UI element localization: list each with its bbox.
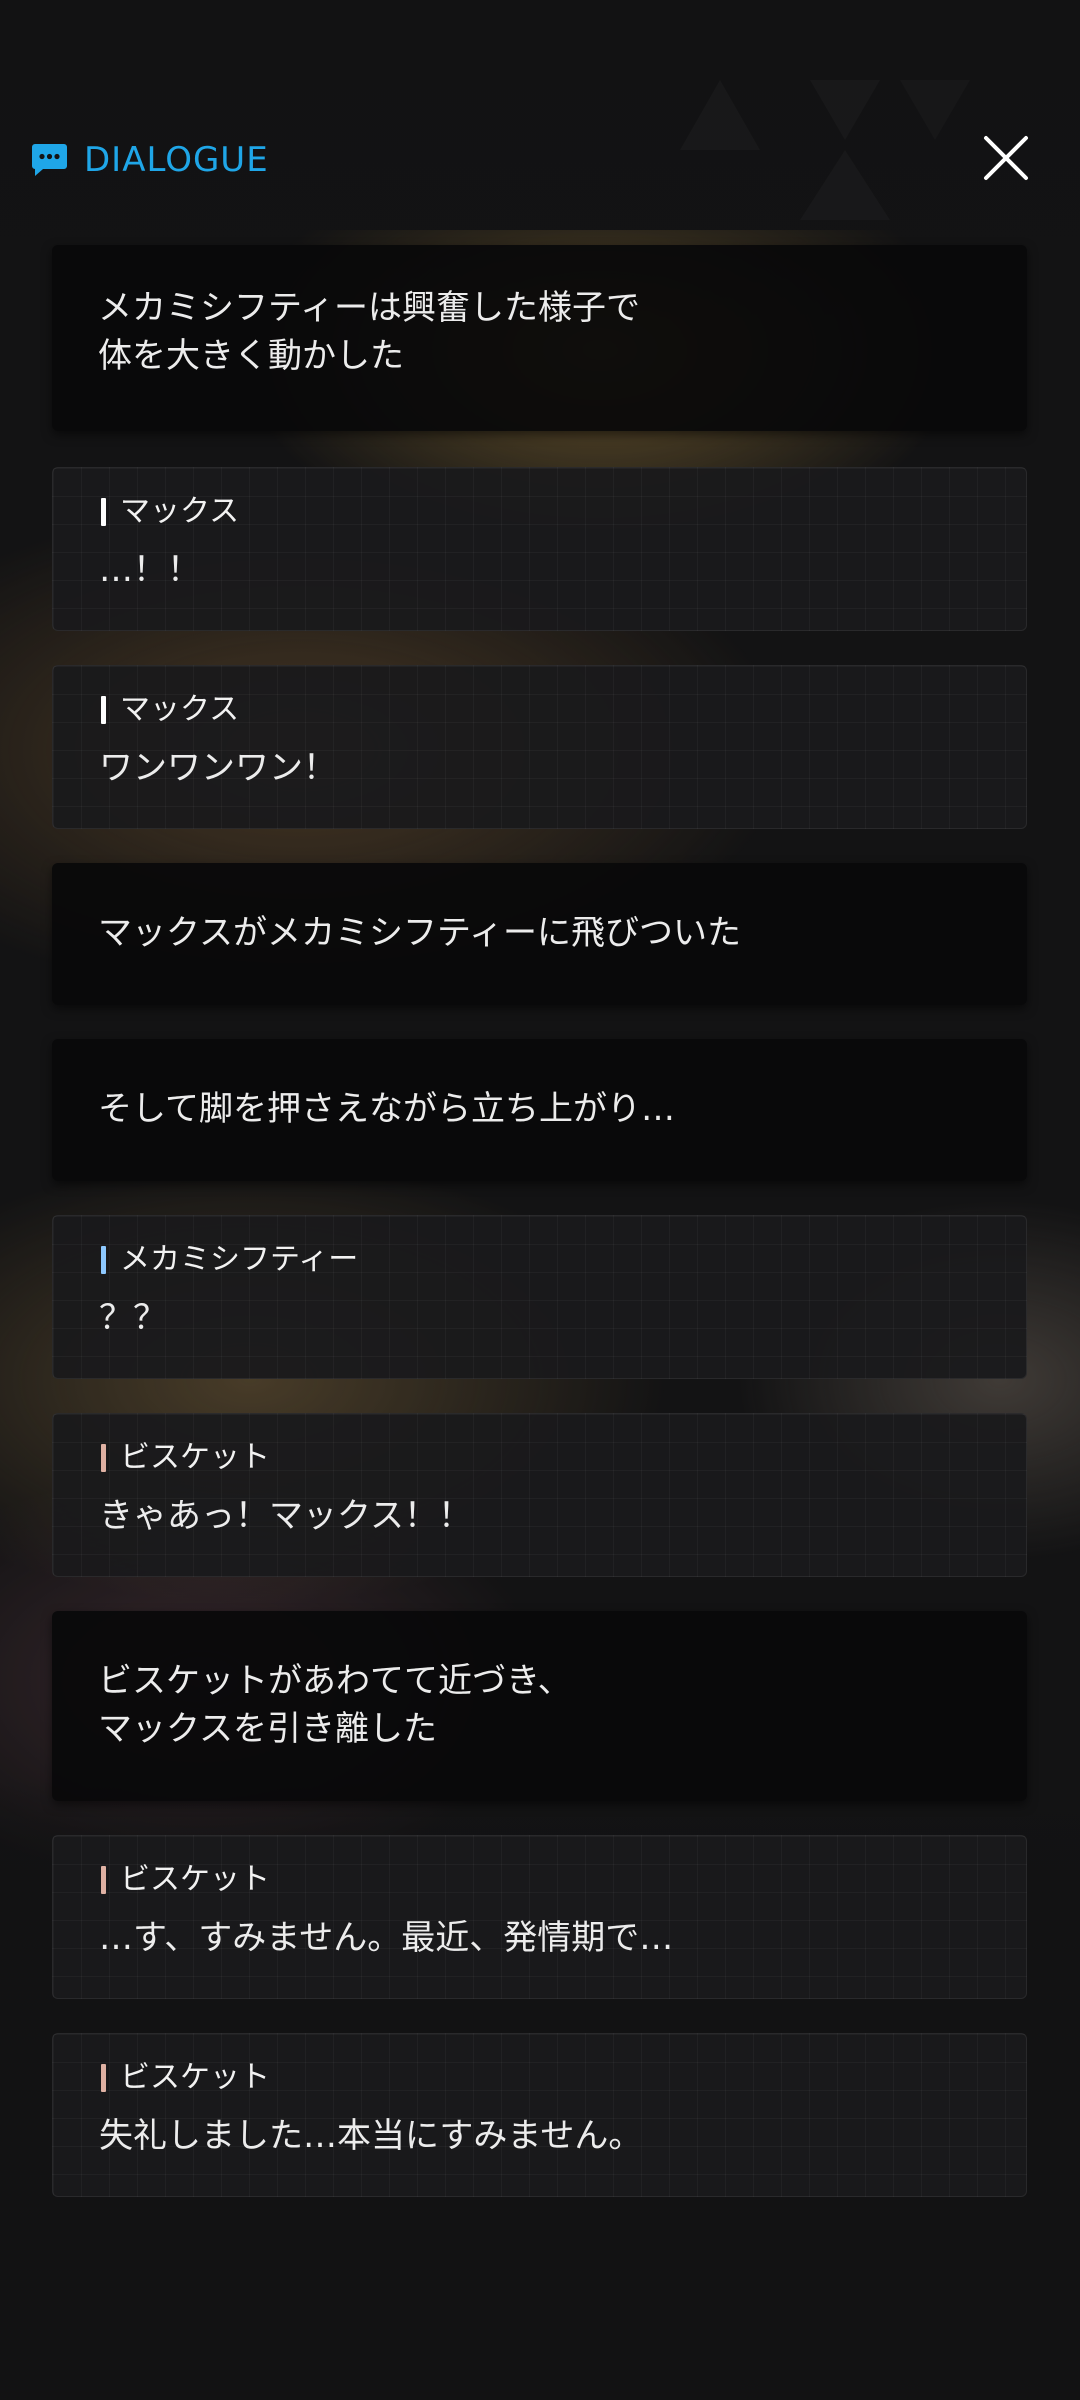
speech-entry: ビスケット …す、すみません。最近、発情期で… [52,1835,1027,1999]
speech-entry: ビスケット きゃあっ！マックス！！ [52,1413,1027,1577]
speech-entry: ビスケット 失礼しました…本当にすみません。 [52,2033,1027,2197]
close-icon[interactable] [978,130,1034,186]
narration-text: ビスケットがあわてて近づき、 マックスを引き離した [98,1661,572,1749]
speech-text: …す、すみません。最近、発情期で… [99,1918,674,1958]
speaker-color-bar [101,1246,106,1274]
speaker-name: マックス [120,692,240,727]
speaker-color-bar [101,498,106,526]
dialogue-log-screen: DIALOGUE メカミシフティーは興奮した様子で 体を大きく動かした マックス… [0,0,1080,2400]
speech-entry: マックス ワンワンワン！ [52,665,1027,829]
narration-text: マックスがメカミシフティーに飛びついた [98,913,741,953]
speech-text: 失礼しました…本当にすみません。 [99,2116,643,2156]
speaker-color-bar [101,696,106,724]
speaker-name: ビスケット [120,1440,270,1475]
narration-entry: メカミシフティーは興奮した様子で 体を大きく動かした [52,245,1027,431]
speech-text: きゃあっ！マックス！！ [99,1496,472,1536]
speech-text: …！！ [99,550,201,590]
speaker-label: マックス [101,692,239,728]
speaker-color-bar [101,2064,106,2092]
narration-text: メカミシフティーは興奮した様子で 体を大きく動かした [98,288,640,376]
speaker-label: ビスケット [101,1440,270,1476]
speaker-color-bar [101,1866,106,1894]
speech-text: ワンワンワン！ [99,748,337,788]
narration-text: そして脚を押さえながら立ち上がり… [98,1089,675,1129]
speaker-label: ビスケット [101,1862,270,1898]
chat-bubble-icon [32,144,67,176]
speaker-name: ビスケット [120,1862,270,1897]
speaker-label: メカミシフティー [101,1242,358,1278]
speaker-label: ビスケット [101,2060,270,2096]
speech-entry: メカミシフティー ？？ [52,1215,1027,1379]
speaker-name: マックス [120,494,240,529]
speech-text: ？？ [99,1298,167,1338]
page-title: DIALOGUE [84,140,269,180]
dialogue-header: DIALOGUE [0,120,1080,200]
speech-entry: マックス …！！ [52,467,1027,631]
narration-entry: ビスケットがあわてて近づき、 マックスを引き離した [52,1611,1027,1801]
speaker-name: メカミシフティー [120,1242,359,1277]
speaker-name: ビスケット [120,2060,270,2095]
speaker-label: マックス [101,494,239,530]
narration-entry: マックスがメカミシフティーに飛びついた [52,863,1027,1005]
speaker-color-bar [101,1444,106,1472]
narration-entry: そして脚を押さえながら立ち上がり… [52,1039,1027,1181]
